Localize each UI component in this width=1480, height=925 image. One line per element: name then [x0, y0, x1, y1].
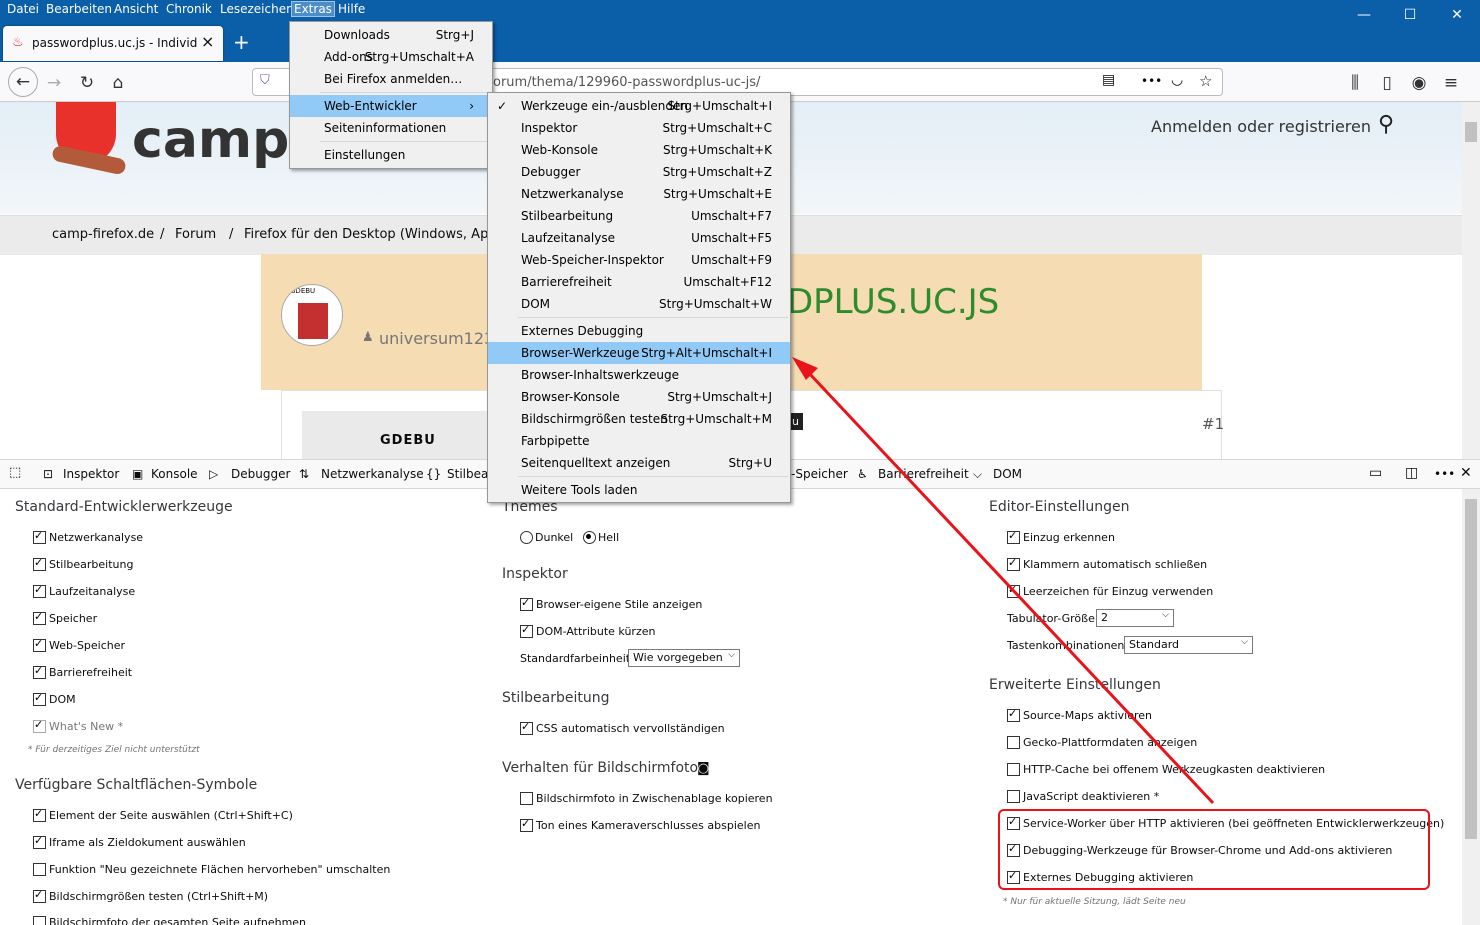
menu-item-shortcut: Strg+Umschalt+I: [667, 99, 772, 113]
menu-item-settings[interactable]: Einstellungen: [290, 144, 492, 166]
menu-item-label: Web-Entwickler: [324, 99, 417, 113]
menu-item-label: Debugger: [521, 165, 581, 179]
menu-item-shortcut: Strg+U: [728, 456, 773, 470]
menu-item-label: Farbpipette: [521, 434, 590, 448]
checkmark-icon: ✓: [497, 99, 508, 113]
menu-item-dom[interactable]: DOM Strg+Umschalt+W: [488, 293, 790, 315]
menu-item-shortcut: Strg+Umschalt+C: [662, 121, 772, 135]
menu-item-performance[interactable]: Laufzeitanalyse Umschalt+F5: [488, 227, 790, 249]
menu-item-toggle-tools[interactable]: ✓ Werkzeuge ein-/ausblenden Strg+Umschalt+…: [488, 95, 790, 117]
menu-item-shortcut: Strg+Umschalt+J: [667, 390, 772, 404]
menu-item-network[interactable]: Netzwerkanalyse Strg+Umschalt+E: [488, 183, 790, 205]
menu-item-label: Bildschirmgrößen testen: [521, 412, 668, 426]
menu-item-label: Externes Debugging: [521, 324, 644, 338]
menu-item-debugger[interactable]: Debugger Strg+Umschalt+Z: [488, 161, 790, 183]
menu-item-shortcut: Strg+Umschalt+M: [660, 412, 772, 426]
menu-separator: [320, 141, 490, 142]
menu-item-shortcut: Strg+Alt+Umschalt+I: [641, 346, 772, 360]
menu-item-label: Netzwerkanalyse: [521, 187, 624, 201]
menu-item-downloads[interactable]: Downloads Strg+J: [290, 24, 492, 46]
menu-item-label: Downloads: [324, 28, 390, 42]
menu-item-responsive-design[interactable]: Bildschirmgrößen testen Strg+Umschalt+M: [488, 408, 790, 430]
submenu-arrow-icon: ›: [469, 99, 474, 113]
menu-item-label: Inspektor: [521, 121, 578, 135]
menu-item-label: Browser-Werkzeuge: [521, 346, 640, 360]
menu-item-label: Stilbearbeitung: [521, 209, 614, 223]
menu-item-label: Bei Firefox anmelden…: [324, 72, 463, 86]
menu-item-label: Laufzeitanalyse: [521, 231, 615, 245]
menu-item-shortcut: Strg+Umschalt+E: [663, 187, 772, 201]
menu-item-label: Barrierefreiheit: [521, 275, 612, 289]
menu-separator: [320, 92, 490, 93]
menu-item-view-source[interactable]: Seitenquelltext anzeigen Strg+U: [488, 452, 790, 474]
menu-item-label: DOM: [521, 297, 551, 311]
menu-item-more-tools[interactable]: Weitere Tools laden: [488, 479, 790, 501]
menu-item-page-info[interactable]: Seiteninformationen: [290, 117, 492, 139]
menu-separator: [518, 317, 788, 318]
web-developer-menu: ✓ Werkzeuge ein-/ausblenden Strg+Umschalt+…: [487, 92, 791, 503]
menu-item-label: Web-Konsole: [521, 143, 599, 157]
menu-item-label: Browser-Inhaltswerkzeuge: [521, 368, 679, 382]
menu-item-label: Einstellungen: [324, 148, 406, 162]
menu-item-browser-content-tools[interactable]: Browser-Inhaltswerkzeuge: [488, 364, 790, 386]
menu-item-shortcut: Strg+Umschalt+A: [364, 50, 474, 64]
menu-item-label: Browser-Konsole: [521, 390, 620, 404]
menu-item-shortcut: Umschalt+F5: [691, 231, 772, 245]
extras-menu: Downloads Strg+J Add-ons Strg+Umschalt+A B…: [289, 21, 493, 169]
menu-item-shortcut: Strg+J: [435, 28, 474, 42]
menu-item-accessibility[interactable]: Barrierefreiheit Umschalt+F12: [488, 271, 790, 293]
menu-item-inspektor[interactable]: Inspektor Strg+Umschalt+C: [488, 117, 790, 139]
menu-item-shortcut: Umschalt+F7: [691, 209, 772, 223]
menu-item-browser-console[interactable]: Browser-Konsole Strg+Umschalt+J: [488, 386, 790, 408]
menu-item-shortcut: Umschalt+F12: [683, 275, 772, 289]
menu-item-web-developer[interactable]: Web-Entwickler ›: [290, 95, 492, 117]
menu-item-shortcut: Strg+Umschalt+W: [659, 297, 772, 311]
menu-item-label: Seitenquelltext anzeigen: [521, 456, 671, 470]
menu-item-firefox-login[interactable]: Bei Firefox anmelden…: [290, 68, 492, 90]
menu-item-storage-inspector[interactable]: Web-Speicher-Inspektor Umschalt+F9: [488, 249, 790, 271]
menu-item-remote-debugging[interactable]: Externes Debugging: [488, 320, 790, 342]
menu-item-web-console[interactable]: Web-Konsole Strg+Umschalt+K: [488, 139, 790, 161]
menu-item-shortcut: Strg+Umschalt+Z: [662, 165, 772, 179]
menu-item-label: Seiteninformationen: [324, 121, 447, 135]
menu-item-shortcut: Umschalt+F9: [691, 253, 772, 267]
menu-separator: [518, 476, 788, 477]
menu-item-label: Web-Speicher-Inspektor: [521, 253, 664, 267]
menu-item-browser-tools[interactable]: Browser-Werkzeuge Strg+Alt+Umschalt+I: [488, 342, 790, 364]
menu-item-eyedropper[interactable]: Farbpipette: [488, 430, 790, 452]
menu-item-addons[interactable]: Add-ons Strg+Umschalt+A: [290, 46, 492, 68]
menu-item-label: Werkzeuge ein-/ausblenden: [521, 99, 688, 113]
menu-item-label: Weitere Tools laden: [521, 483, 638, 497]
menu-item-shortcut: Strg+Umschalt+K: [663, 143, 772, 157]
menu-item-style-editor[interactable]: Stilbearbeitung Umschalt+F7: [488, 205, 790, 227]
